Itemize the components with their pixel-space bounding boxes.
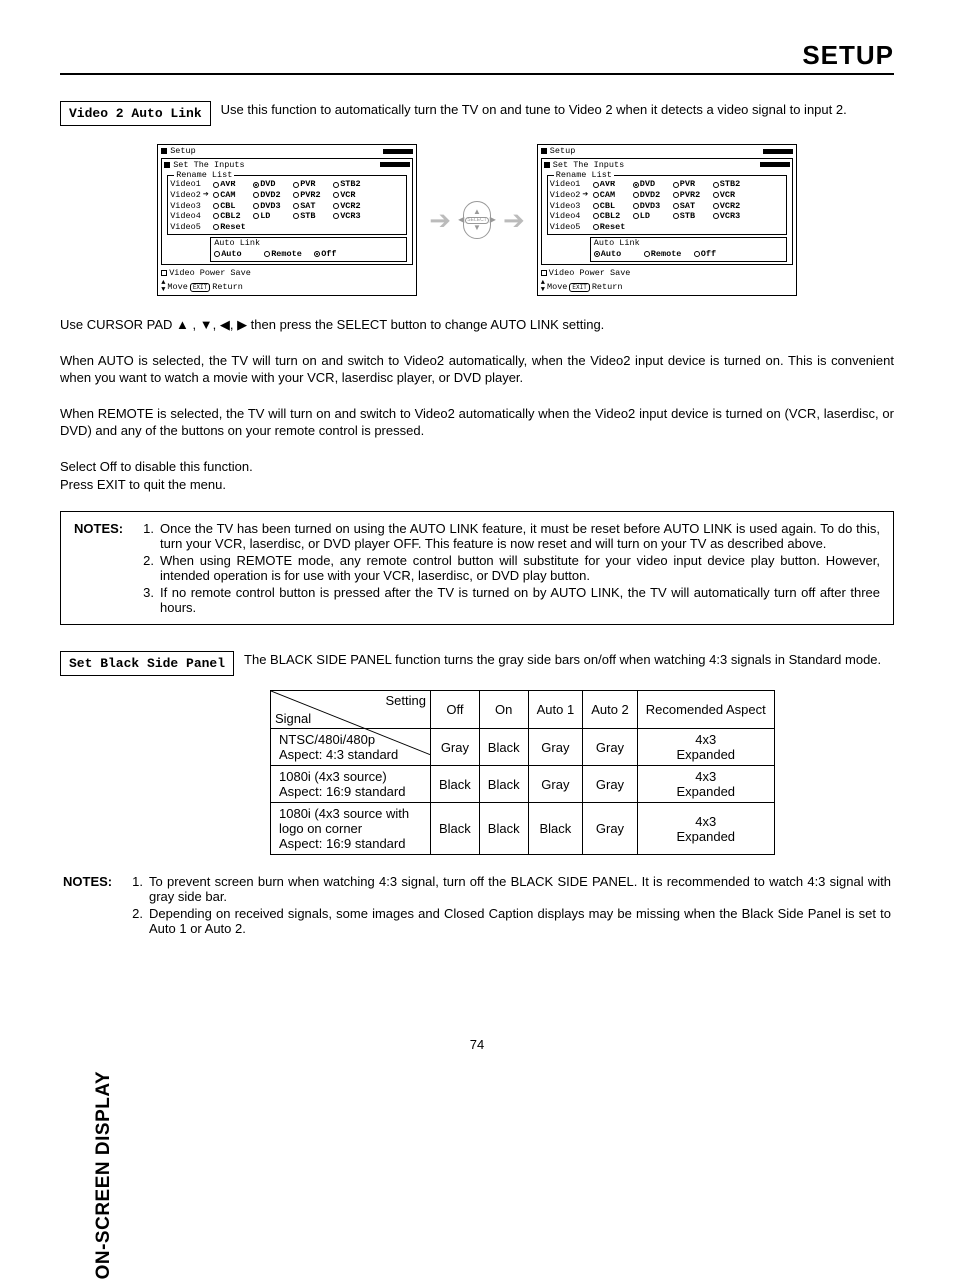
remote-dpad-icon: ▲ ◀SELECT▶ ▼ [463, 201, 491, 239]
table-col-recommended: Recomended Aspect [637, 691, 774, 729]
section-label-video2-auto-link: Video 2 Auto Link [60, 101, 211, 126]
arrow-right-icon: ➔ [429, 205, 451, 236]
page-number: 74 [60, 1037, 894, 1052]
body-para-4: Select Off to disable this function. Pre… [60, 458, 894, 493]
section2-intro: The BLACK SIDE PANEL function turns the … [244, 651, 894, 669]
body-para-3: When REMOTE is selected, the TV will tur… [60, 405, 894, 440]
note-text: Once the TV has been turned on using the… [157, 520, 883, 552]
table-col-auto1: Auto 1 [528, 691, 583, 729]
section-label-set-black-side-panel: Set Black Side Panel [60, 651, 234, 676]
table-col-auto2: Auto 2 [583, 691, 638, 729]
side-tab-label: ON-SCREEN DISPLAY [93, 1071, 115, 1279]
page-header-bar: SETUP [60, 40, 894, 75]
section1-intro: Use this function to automatically turn … [221, 101, 894, 119]
body-para-2: When AUTO is selected, the TV will turn … [60, 352, 894, 387]
table-col-on: On [479, 691, 528, 729]
body-para-1: Use CURSOR PAD ▲ , ▼, ◀, ▶ then press th… [60, 316, 894, 334]
note-text: When using REMOTE mode, any remote contr… [157, 552, 883, 584]
note-text: If no remote control button is pressed a… [157, 584, 883, 616]
table-row: 1080i (4x3 source) Aspect: 16:9 standard… [271, 766, 775, 803]
notes-box-2: NOTES: 1. To prevent screen burn when wa… [60, 873, 894, 937]
notes-label: NOTES: [60, 873, 128, 905]
note-text: To prevent screen burn when watching 4:3… [146, 873, 894, 905]
table-row: 1080i (4x3 source with logo on corner As… [271, 803, 775, 855]
arrow-right-icon: ➔ [503, 205, 525, 236]
table-col-off: Off [431, 691, 480, 729]
notes-label: NOTES: [71, 520, 139, 552]
osd-screen-left: Setup Set The Inputs Rename List Video1 … [157, 144, 417, 296]
table-corner-header: Setting Signal [271, 691, 431, 729]
side-panel-table: Setting Signal Off On Auto 1 Auto 2 Reco… [270, 690, 775, 855]
osd-screen-right: Setup Set The Inputs Rename List Video1 … [537, 144, 797, 296]
note-text: Depending on received signals, some imag… [146, 905, 894, 937]
page-title: SETUP [802, 40, 894, 70]
note-number: 1. [139, 520, 157, 552]
notes-box-1: NOTES: 1. Once the TV has been turned on… [60, 511, 894, 625]
osd-diagram-row: Setup Set The Inputs Rename List Video1 … [60, 144, 894, 296]
